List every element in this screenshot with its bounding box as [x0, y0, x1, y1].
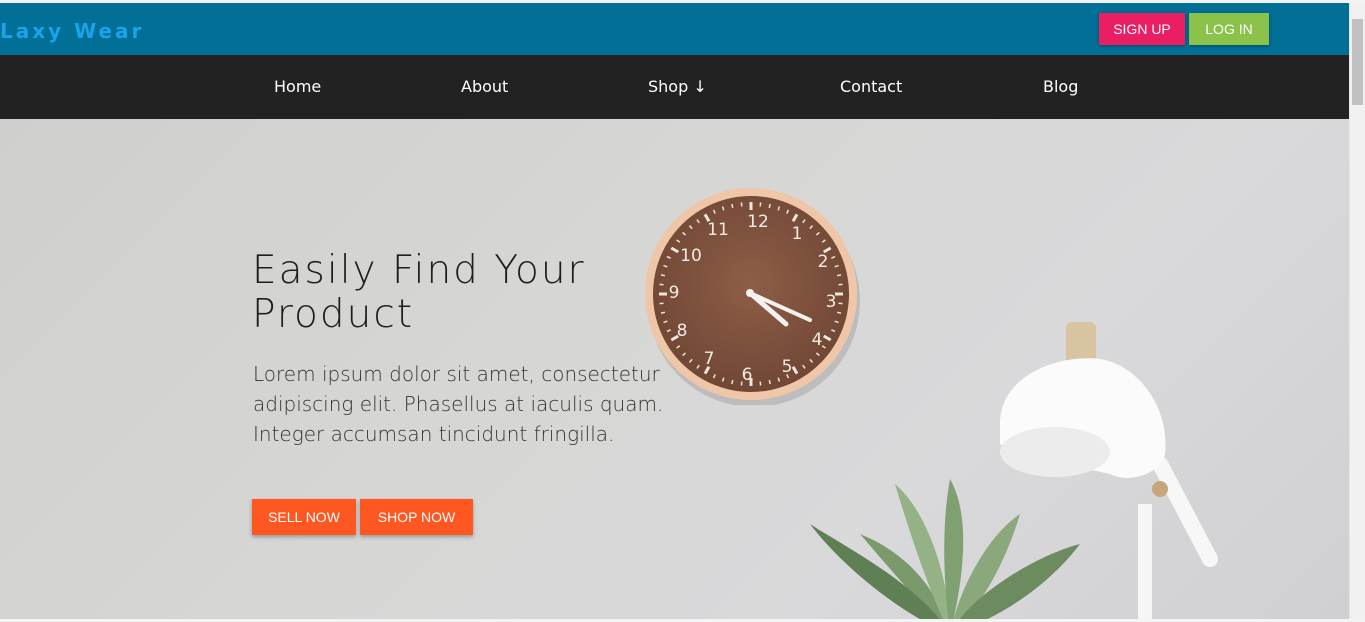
clock-tick [836, 274, 842, 277]
clock-number-3: 3 [826, 292, 837, 312]
site-header: Laxy Wear SIGN UP LOG IN [0, 3, 1349, 55]
page-scrollbar[interactable] [1349, 3, 1365, 619]
nav-item-home[interactable]: Home [274, 77, 321, 96]
log-in-button[interactable]: LOG IN [1189, 13, 1269, 45]
shop-now-button[interactable]: SHOP NOW [360, 499, 473, 535]
clock-center [746, 289, 754, 297]
sign-up-button[interactable]: SIGN UP [1099, 13, 1185, 45]
clock-tick [836, 311, 842, 314]
clock-tick [731, 379, 734, 385]
lamp-arm [1152, 456, 1218, 567]
plant-leaf [944, 479, 964, 619]
nav-item-about[interactable]: About [461, 77, 508, 96]
clock-tick [731, 203, 734, 209]
nav-item-shop[interactable]: Shop ↓ [648, 77, 707, 96]
clock-tick [768, 203, 771, 209]
nav-item-contact[interactable]: Contact [840, 77, 902, 96]
lamp-joint [1152, 481, 1168, 497]
clock-number-11: 11 [707, 220, 729, 240]
hero-banner: 12 1 2 3 4 5 6 7 8 9 10 11 Easily Find Y… [0, 119, 1349, 619]
clock-number-12: 12 [747, 212, 769, 232]
lamp-shade-inner [1000, 427, 1110, 477]
plant-image [810, 479, 1080, 619]
nav-item-blog[interactable]: Blog [1043, 77, 1078, 96]
scrollbar-thumb[interactable] [1352, 19, 1363, 105]
clock-tick [768, 379, 771, 385]
clock-number-8: 8 [677, 321, 688, 341]
hero-description: Lorem ipsum dolor sit amet, consectetur … [253, 362, 664, 446]
hero-title: Easily Find Your Product [252, 248, 586, 337]
clock-number-1: 1 [792, 224, 803, 244]
main-navigation: Home About Shop ↓ Contact Blog [0, 55, 1349, 119]
sell-now-button[interactable]: SELL NOW [252, 499, 356, 535]
clock-number-6: 6 [742, 365, 753, 385]
clock-number-4: 4 [812, 330, 823, 350]
clock-number-7: 7 [704, 349, 715, 369]
clock-number-2: 2 [818, 252, 829, 272]
brand-logo[interactable]: Laxy Wear [0, 19, 144, 43]
clock-number-5: 5 [782, 357, 793, 377]
lamp-pole [1138, 504, 1152, 619]
clock-number-10: 10 [680, 246, 702, 266]
